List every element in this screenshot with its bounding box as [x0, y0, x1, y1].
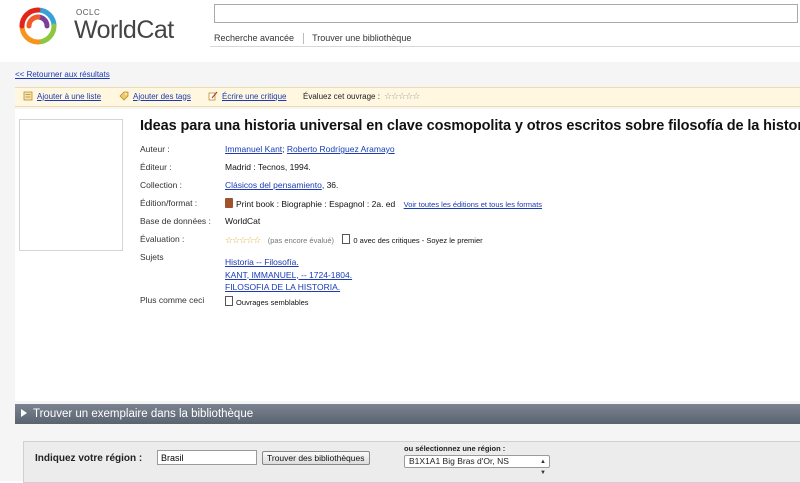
action-bar: Ajouter à une liste Ajouter des tags Écr… [15, 87, 800, 107]
database-value: WorldCat [225, 216, 261, 226]
find-libraries-button[interactable]: Trouver des bibliothèques [262, 451, 370, 465]
add-to-list-label: Ajouter à une liste [37, 91, 102, 101]
edition-text: Print book : Biographie : Espagnol : 2a.… [236, 199, 396, 209]
evaluation-stars: ☆☆☆☆☆ [225, 235, 261, 245]
list-icon [23, 91, 33, 101]
collection-number: , 36. [321, 180, 339, 190]
reviews-link[interactable]: 0 avec des critiques - Soyez le premier [342, 234, 483, 245]
edition-value: Print book : Biographie : Espagnol : 2a.… [225, 198, 542, 209]
worldcat-wordmark: WorldCat [74, 16, 174, 44]
record-title: Ideas para una historia universal en cla… [140, 118, 800, 134]
author-label: Auteur : [140, 144, 170, 154]
worldcat-logo[interactable]: OCLC WorldCat [16, 4, 206, 48]
subjects-list: Historia -- Filosofía. KANT, IMMANUEL, -… [225, 256, 352, 294]
review-pencil-icon [208, 91, 218, 101]
print-book-icon [225, 198, 233, 208]
rating-stars-input[interactable]: ☆☆☆☆☆ [384, 91, 420, 102]
select-region-label: ou sélectionnez une région : [404, 444, 506, 453]
select-arrows-icon: ▲ ▼ [540, 459, 546, 476]
subject-link[interactable]: FILOSOFIA DE LA HISTORIA. [225, 281, 352, 294]
publisher-label: Éditeur : [140, 162, 172, 172]
tag-icon [119, 91, 129, 101]
region-select-value: B1X1A1 Big Bras d'Or, NS [409, 456, 509, 466]
reviews-link-text: 0 avec des critiques - Soyez le premier [353, 236, 483, 245]
add-to-list-button[interactable]: Ajouter à une liste [23, 91, 101, 101]
database-label: Base de données : [140, 216, 211, 226]
author-link-aramayo[interactable]: Roberto Rodríguez Aramayo [287, 144, 395, 154]
region-label: Indiquez votre région : [35, 453, 143, 464]
site-header: OCLC WorldCat Recherche avancée Trouver … [0, 0, 800, 62]
find-copy-title: Trouver un exemplaire dans la bibliothèq… [33, 408, 254, 420]
collection-value: Clásicos del pensamiento, 36. [225, 180, 338, 190]
author-values: Immanuel Kant; Roberto Rodríguez Aramayo [225, 144, 395, 154]
region-select[interactable]: B1X1A1 Big Bras d'Or, NS ▲ ▼ [404, 455, 550, 476]
find-library-panel: Indiquez votre région : Trouver des bibl… [23, 441, 800, 483]
evaluation-label: Évaluation : [140, 234, 185, 244]
subject-link[interactable]: Historia -- Filosofía. [225, 256, 352, 269]
similar-works-text: Ouvrages semblables [236, 298, 309, 307]
nav-divider [302, 33, 304, 45]
subjects-label: Sujets [140, 252, 164, 262]
author-link-kant[interactable]: Immanuel Kant [225, 144, 282, 154]
write-review-label: Écrire une critique [222, 91, 287, 101]
find-library-link[interactable]: Trouver une bibliothèque [312, 33, 411, 43]
find-copy-section-header[interactable]: Trouver un exemplaire dans la bibliothèq… [15, 404, 800, 424]
add-tags-label: Ajouter des tags [133, 91, 191, 101]
expand-arrow-icon [21, 409, 27, 417]
add-tags-button[interactable]: Ajouter des tags [119, 91, 191, 101]
advanced-search-link[interactable]: Recherche avancée [214, 33, 294, 43]
header-nav: Recherche avancée Trouver une bibliothèq… [214, 33, 411, 45]
all-editions-link[interactable]: Voir toutes les éditions et tous les for… [404, 200, 542, 209]
similar-works-link[interactable]: Ouvrages semblables [225, 296, 309, 307]
region-input[interactable] [157, 450, 257, 465]
publisher-value: Madrid : Tecnos, 1994. [225, 162, 311, 172]
header-divider [210, 46, 800, 47]
rate-work: Évaluez cet ouvrage : ☆☆☆☆☆ [303, 91, 420, 102]
worldcat-logo-icon [19, 7, 57, 45]
main-content: << Retourner aux résultats Ajouter à une… [0, 62, 800, 483]
collection-label: Collection : [140, 180, 183, 190]
back-to-results-link[interactable]: << Retourner aux résultats [15, 70, 110, 79]
evaluation-value: ☆☆☆☆☆ (pas encore évalué) 0 avec des cri… [225, 234, 483, 246]
search-input[interactable] [214, 4, 798, 23]
edition-label: Édition/format : [140, 198, 198, 208]
similar-label: Plus comme ceci [140, 295, 205, 305]
write-review-button[interactable]: Écrire une critique [208, 91, 286, 101]
rate-label: Évaluez cet ouvrage : [303, 92, 380, 101]
similar-doc-icon [225, 296, 233, 306]
collection-link[interactable]: Clásicos del pensamiento [225, 180, 322, 190]
subject-link[interactable]: KANT, IMMANUEL, -- 1724-1804. [225, 269, 352, 282]
author-separator: ; [282, 144, 285, 154]
bibliographic-record: Ideas para una historia universal en cla… [15, 109, 800, 401]
review-doc-icon [342, 234, 351, 244]
evaluation-status: (pas encore évalué) [267, 236, 335, 245]
cover-image-placeholder [19, 119, 123, 251]
